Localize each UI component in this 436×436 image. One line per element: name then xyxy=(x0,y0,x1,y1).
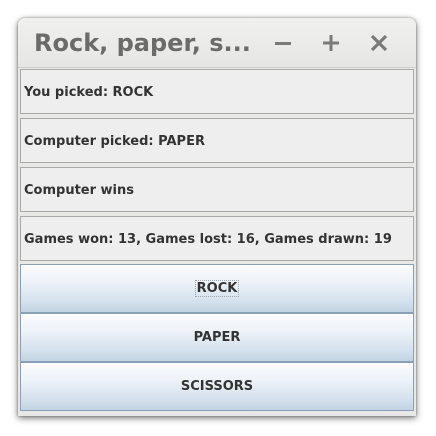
title-bar[interactable]: Rock, paper, s... xyxy=(18,18,416,68)
scissors-button-label: SCISSORS xyxy=(180,379,254,394)
stats-label: Games won: 13, Games lost: 16, Games dra… xyxy=(24,232,392,247)
computer-picked-label: Computer picked: PAPER xyxy=(24,134,205,149)
maximize-button[interactable] xyxy=(314,28,348,58)
stats-panel: Games won: 13, Games lost: 16, Games dra… xyxy=(20,216,414,261)
window-bottom-edge xyxy=(18,411,416,416)
rock-button-label: ROCK xyxy=(194,280,240,297)
window-title: Rock, paper, s... xyxy=(34,29,249,57)
result-panel: Computer wins xyxy=(20,167,414,212)
you-picked-panel: You picked: ROCK xyxy=(20,69,414,114)
close-icon xyxy=(370,34,388,52)
paper-button-label: PAPER xyxy=(193,330,241,345)
you-picked-label: You picked: ROCK xyxy=(24,85,154,100)
app-window: Rock, paper, s... You picked: ROCK Compu… xyxy=(18,18,416,416)
computer-picked-panel: Computer picked: PAPER xyxy=(20,118,414,163)
scissors-button[interactable]: SCISSORS xyxy=(20,362,414,411)
result-label: Computer wins xyxy=(24,183,135,198)
close-button[interactable] xyxy=(362,28,396,58)
rock-button[interactable]: ROCK xyxy=(20,264,414,313)
paper-button[interactable]: PAPER xyxy=(20,313,414,362)
maximize-icon xyxy=(322,34,340,52)
minimize-icon xyxy=(274,34,292,52)
minimize-button[interactable] xyxy=(266,28,300,58)
